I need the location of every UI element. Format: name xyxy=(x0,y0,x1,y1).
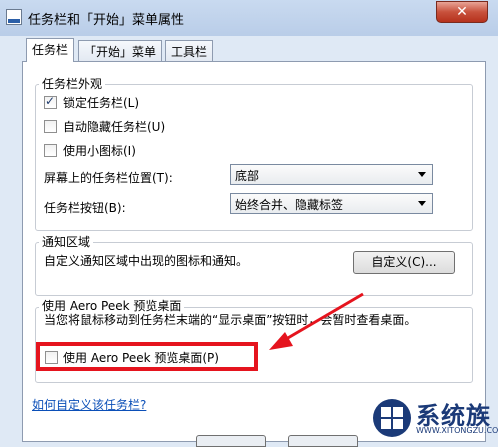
buttons-value: 始终合并、隐藏标签 xyxy=(235,198,344,212)
position-label: 屏幕上的任务栏位置(T): xyxy=(44,171,173,185)
tab-start-menu[interactable]: 「开始」菜单 xyxy=(78,40,163,61)
window-title: 任务栏和「开始」菜单属性 xyxy=(28,13,185,28)
tab-panel: 任务栏外观 锁定任务栏(L) 自动隐藏任务栏(U) 使用小图标(I) 屏幕上的任… xyxy=(22,61,486,442)
cancel-button[interactable] xyxy=(288,435,358,447)
close-button[interactable]: ✕ xyxy=(436,1,488,23)
red-arrow-icon xyxy=(269,292,364,350)
chevron-down-icon xyxy=(418,201,426,206)
help-link[interactable]: 如何自定义该任务栏? xyxy=(32,396,146,413)
customize-button[interactable]: 自定义(C)... xyxy=(353,251,455,274)
watermark-logo: 系统族 WWW.XITONGZU.COM xyxy=(368,394,498,442)
tab-taskbar[interactable]: 任务栏 xyxy=(26,38,75,62)
tab-toolbars[interactable]: 工具栏 xyxy=(165,40,214,61)
chevron-down-icon xyxy=(418,172,426,177)
window-icon xyxy=(6,9,22,25)
small-icons-label[interactable]: 使用小图标(I) xyxy=(63,142,136,159)
appearance-heading: 任务栏外观 xyxy=(39,75,106,92)
buttons-select[interactable]: 始终合并、隐藏标签 xyxy=(230,193,433,214)
lock-taskbar-label[interactable]: 锁定任务栏(L) xyxy=(63,94,139,111)
auto-hide-label[interactable]: 自动隐藏任务栏(U) xyxy=(63,118,165,135)
lock-taskbar-checkbox[interactable] xyxy=(44,94,57,109)
small-icons-checkbox[interactable] xyxy=(44,144,57,157)
position-value: 底部 xyxy=(235,169,260,183)
ok-button[interactable] xyxy=(196,435,266,447)
aero-peek-heading: 使用 Aero Peek 预览桌面 xyxy=(39,297,185,314)
auto-hide-checkbox[interactable] xyxy=(44,120,57,133)
aero-peek-description: 当您将鼠标移动到任务栏末端的“显示桌面”按钮时，会暂时查看桌面。 xyxy=(44,313,417,327)
buttons-label: 任务栏按钮(B): xyxy=(44,201,126,215)
position-select[interactable]: 底部 xyxy=(230,164,433,185)
notification-description: 自定义通知区域中出现的图标和通知。 xyxy=(44,254,249,268)
windows-logo-icon xyxy=(373,399,411,437)
red-highlight-box xyxy=(36,342,258,371)
notification-heading: 通知区域 xyxy=(39,233,94,250)
watermark-url: WWW.XITONGZU.COM xyxy=(416,426,498,435)
title-bar: 任务栏和「开始」菜单属性 ✕ xyxy=(0,0,498,36)
